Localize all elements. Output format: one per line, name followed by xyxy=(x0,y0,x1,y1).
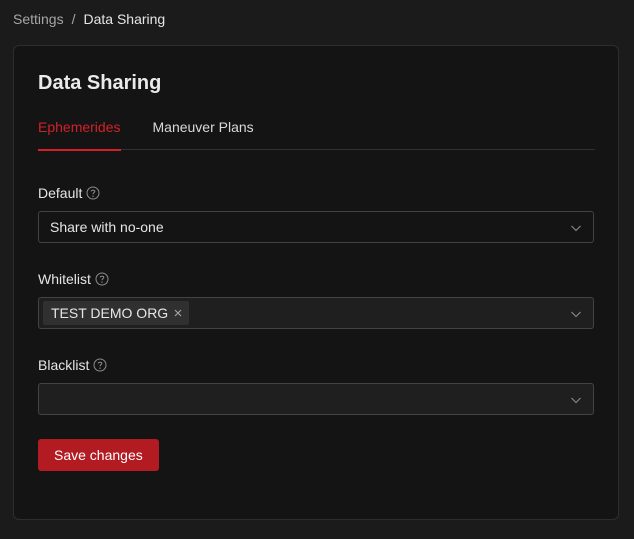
question-circle-icon[interactable] xyxy=(93,358,107,372)
chevron-down-icon xyxy=(571,311,581,318)
whitelist-tag: TEST DEMO ORG xyxy=(43,301,190,325)
blacklist-select[interactable] xyxy=(38,383,594,415)
whitelist-field-label: Whitelist xyxy=(38,271,109,287)
close-icon[interactable] xyxy=(173,308,183,318)
whitelist-label-text: Whitelist xyxy=(38,271,91,287)
blacklist-field-label: Blacklist xyxy=(38,357,107,373)
default-field-label: Default xyxy=(38,185,100,201)
chevron-down-icon xyxy=(571,397,581,404)
tab-maneuver-plans[interactable]: Maneuver Plans xyxy=(153,116,254,150)
page-title: Data Sharing xyxy=(38,72,162,94)
save-changes-button[interactable]: Save changes xyxy=(38,439,159,471)
breadcrumb: Settings / Data Sharing xyxy=(13,11,165,27)
default-select-value: Share with no-one xyxy=(50,219,164,235)
tab-bar: Ephemerides Maneuver Plans xyxy=(38,116,595,151)
breadcrumb-settings[interactable]: Settings xyxy=(13,11,64,27)
breadcrumb-current: Data Sharing xyxy=(83,11,166,27)
tab-ephemerides[interactable]: Ephemerides xyxy=(38,116,121,151)
whitelist-select[interactable]: TEST DEMO ORG xyxy=(38,297,594,329)
question-circle-icon[interactable] xyxy=(95,272,109,286)
question-circle-icon[interactable] xyxy=(86,186,100,200)
whitelist-tag-label: TEST DEMO ORG xyxy=(51,305,169,321)
chevron-down-icon xyxy=(571,225,581,232)
default-select[interactable]: Share with no-one xyxy=(38,211,594,243)
breadcrumb-separator: / xyxy=(71,11,76,27)
data-sharing-card: Data Sharing Ephemerides Maneuver Plans … xyxy=(13,45,619,520)
blacklist-label-text: Blacklist xyxy=(38,357,90,373)
default-label-text: Default xyxy=(38,185,83,201)
